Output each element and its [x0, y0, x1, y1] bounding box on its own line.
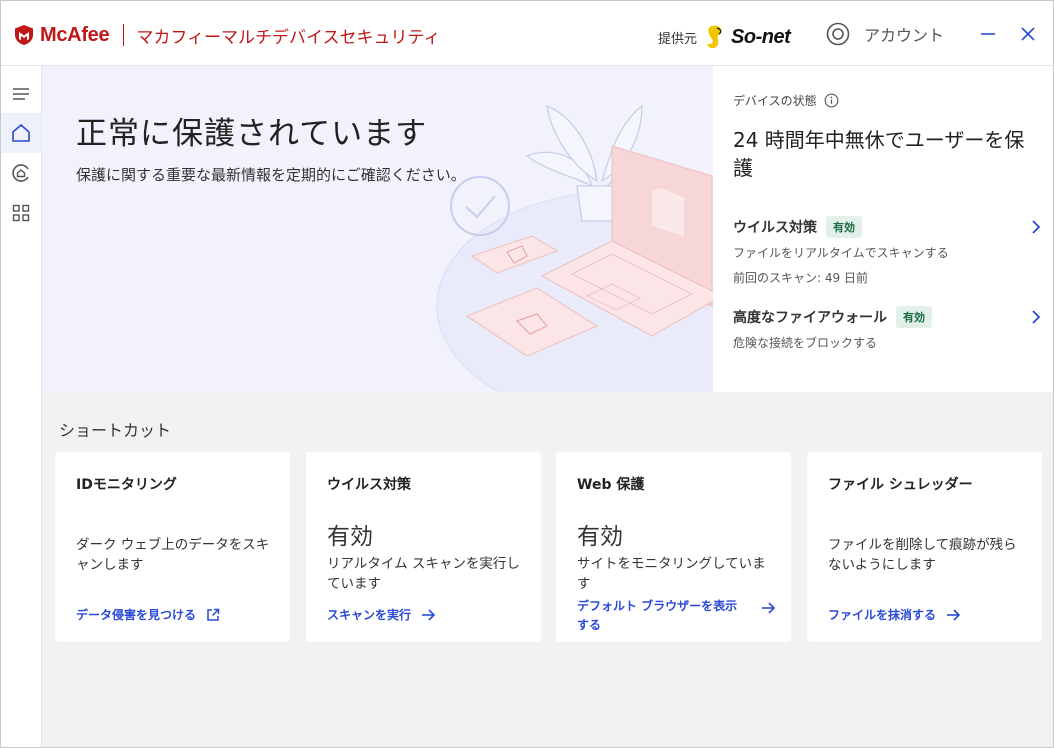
arrow-right-icon [946, 608, 961, 622]
card-desc: リアルタイム スキャンを実行しています [327, 556, 520, 592]
chevron-right-icon [1032, 310, 1041, 324]
firewall-status-badge: 有効 [896, 306, 932, 328]
home-icon [12, 124, 30, 142]
antivirus-status-name: ウイルス対策 [733, 220, 817, 236]
hero-subtitle: 保護に関する重要な最新情報を定期的にご確認ください。 [76, 166, 466, 184]
firewall-status-name: 高度なファイアウォール [733, 310, 887, 326]
external-link-icon [206, 608, 220, 622]
find-breaches-link[interactable]: データ侵害を見つける [76, 606, 220, 623]
sonet-logo-mark-icon [707, 25, 722, 49]
card-desc: ダーク ウェブ上のデータをスキャンします [76, 537, 270, 573]
title-bar: McAfee マカフィーマルチデバイスセキュリティ 提供元 So-net アカウ… [1, 1, 1053, 66]
card-title: IDモニタリング [76, 477, 177, 493]
sidebar [1, 66, 42, 747]
provider-label: 提供元 [658, 31, 698, 47]
firewall-status-desc: 危険な接続をブロックする [733, 336, 878, 350]
device-status-label-text: デバイスの状態 [733, 94, 817, 108]
account-button[interactable]: アカウント [826, 22, 944, 46]
firewall-status-row[interactable]: 高度なファイアウォール 有効 危険な接続をブロックする [733, 306, 1043, 351]
shortcuts-section: ショートカット IDモニタリング ダーク ウェブ上のデータをスキャンします デー… [42, 392, 1053, 747]
hero-title: 正常に保護されています [76, 116, 428, 152]
close-icon [1021, 27, 1035, 41]
card-link-text: ファイルを抹消する [828, 608, 937, 622]
sonet-logo: So-net [705, 24, 791, 50]
sidebar-item-home[interactable] [1, 113, 41, 153]
provider: 提供元 So-net [658, 24, 791, 50]
sidebar-item-apps[interactable] [1, 193, 41, 233]
card-title: ウイルス対策 [327, 477, 411, 493]
shortcut-card-antivirus: ウイルス対策 有効 リアルタイム スキャンを実行しています スキャンを実行 [306, 452, 541, 642]
chevron-right-icon [1032, 220, 1041, 234]
product-name: マカフィーマルチデバイスセキュリティ [136, 27, 441, 48]
shortcuts-heading: ショートカット [59, 421, 172, 440]
card-desc: サイトをモニタリングしています [577, 556, 766, 592]
shortcut-card-web-protection: Web 保護 有効 サイトをモニタリングしています デフォルト ブラウザーを表示… [556, 452, 791, 642]
card-status: 有効 [577, 524, 623, 550]
card-desc: ファイルを削除して痕跡が残らないようにします [828, 537, 1017, 573]
info-icon[interactable] [824, 93, 839, 108]
app-window: McAfee マカフィーマルチデバイスセキュリティ 提供元 So-net アカウ… [0, 0, 1054, 748]
user-circle-icon [826, 22, 850, 46]
card-status: 有効 [327, 524, 373, 550]
brand-name: McAfee [40, 23, 110, 46]
sidebar-item-menu[interactable] [1, 74, 41, 114]
card-title: ファイル シュレッダー [828, 477, 973, 493]
show-default-browser-link[interactable]: デフォルト ブラウザーを表示する [577, 597, 777, 635]
card-title: Web 保護 [577, 477, 645, 493]
minimize-button[interactable] [977, 23, 999, 45]
antivirus-status-badge: 有効 [826, 216, 862, 238]
antivirus-last-scan: 前回のスキャン: 49 日前 [733, 271, 868, 285]
shortcut-card-id-monitoring: IDモニタリング ダーク ウェブ上のデータをスキャンします データ侵害を見つける [55, 452, 290, 642]
arrow-right-icon [761, 601, 776, 615]
protection-icon [12, 164, 29, 182]
menu-icon [13, 88, 29, 100]
shred-files-link[interactable]: ファイルを抹消する [828, 606, 961, 623]
apps-grid-icon [12, 204, 30, 222]
device-status-label: デバイスの状態 [733, 92, 839, 109]
card-link-text: データ侵害を見つける [76, 608, 197, 622]
brand: McAfee マカフィーマルチデバイスセキュリティ [13, 21, 440, 49]
sidebar-item-protection[interactable] [1, 153, 41, 193]
protected-laptop-illustration [436, 104, 713, 392]
close-button[interactable] [1017, 23, 1039, 45]
account-label: アカウント [864, 26, 945, 45]
minimize-icon [981, 33, 995, 35]
run-scan-link[interactable]: スキャンを実行 [327, 606, 436, 623]
antivirus-status-desc: ファイルをリアルタイムでスキャンする [733, 246, 949, 260]
card-link-text: デフォルト ブラウザーを表示する [577, 599, 738, 632]
arrow-right-icon [421, 608, 436, 622]
device-status-panel: デバイスの状態 24 時間年中無休でユーザーを保護 ウイルス対策 有効 ファイル… [713, 66, 1053, 392]
sonet-logo-text: So-net [731, 25, 791, 48]
brand-divider [123, 24, 125, 46]
device-status-headline: 24 時間年中無休でユーザーを保護 [733, 128, 1025, 180]
hero-banner: 正常に保護されています 保護に関する重要な最新情報を定期的にご確認ください。 [42, 66, 713, 392]
antivirus-status-row[interactable]: ウイルス対策 有効 ファイルをリアルタイムでスキャンする 前回のスキャン: 49… [733, 216, 1043, 286]
mcafee-shield-icon [15, 25, 33, 45]
card-link-text: スキャンを実行 [327, 608, 412, 622]
shortcut-card-file-shredder: ファイル シュレッダー ファイルを削除して痕跡が残らないようにします ファイルを… [807, 452, 1042, 642]
